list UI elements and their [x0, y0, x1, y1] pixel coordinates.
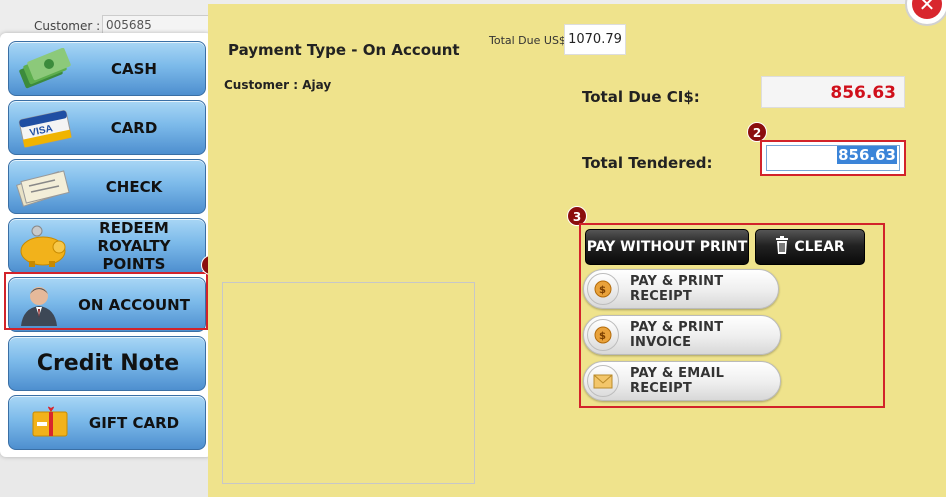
email-envelope-icon [587, 365, 619, 397]
pay-email-receipt-button[interactable]: PAY & EMAIL RECEIPT [583, 361, 781, 401]
total-due-usd-label: Total Due US$ [489, 34, 566, 47]
total-tendered-highlight: 856.63 [760, 140, 906, 176]
trash-icon [775, 236, 789, 258]
pay-print-receipt-label: PAY & PRINT RECEIPT [630, 274, 724, 304]
payment-type-title: Payment Type - On Account [228, 41, 460, 59]
clear-label: CLEAR [794, 239, 845, 255]
clear-button[interactable]: CLEAR [755, 229, 865, 265]
payment-method-sidebar: CASH VISA CARD CHECK REDEEM ROYALTY POIN… [0, 33, 212, 457]
pay-without-print-label: PAY WITHOUT PRINT [586, 239, 748, 255]
pay-print-invoice-button[interactable]: $ PAY & PRINT INVOICE [583, 315, 781, 355]
close-icon: ✕ [912, 0, 942, 19]
redeem-royalty-points-button[interactable]: REDEEM ROYALTY POINTS [8, 218, 206, 273]
svg-text:$: $ [599, 331, 606, 342]
check-label: CHECK [105, 177, 163, 196]
cash-button[interactable]: CASH [8, 41, 206, 96]
gift-card-button[interactable]: GIFT CARD [8, 395, 206, 450]
pay-print-invoice-label: PAY & PRINT INVOICE [630, 320, 724, 350]
on-account-highlight [4, 272, 208, 330]
total-tendered-selected-text: 856.63 [837, 146, 897, 164]
notes-area [222, 282, 475, 484]
customer-label: Customer : [34, 19, 101, 33]
coin-hand-icon: $ [587, 319, 619, 351]
cash-icon [15, 47, 73, 90]
step-badge-2: 2 [747, 122, 767, 142]
total-due-ci-value: 856.63 [761, 76, 905, 108]
customer-name: Customer : Ajay [224, 78, 332, 92]
total-due-usd-value: 1070.79 [564, 24, 626, 55]
redeem-royalty-points-label: REDEEM ROYALTY POINTS [97, 218, 171, 273]
check-button[interactable]: CHECK [8, 159, 206, 214]
payment-modal: Payment Type - On Account Customer : Aja… [208, 4, 946, 497]
gift-card-label: GIFT CARD [88, 413, 180, 432]
total-due-ci-label: Total Due CI$: [582, 88, 700, 106]
svg-text:$: $ [599, 285, 606, 296]
pay-print-receipt-button[interactable]: $ PAY & PRINT RECEIPT [583, 269, 779, 309]
pay-without-print-button[interactable]: PAY WITHOUT PRINT [585, 229, 749, 265]
total-tendered-label: Total Tendered: [582, 154, 713, 172]
gift-card-icon [15, 402, 73, 444]
card-button[interactable]: VISA CARD [8, 100, 206, 155]
card-label: CARD [110, 118, 158, 137]
credit-note-label: Credit Note [36, 350, 180, 376]
payment-actions-group: PAY WITHOUT PRINT CLEAR $ PAY & PRINT RE… [579, 223, 885, 408]
credit-note-button[interactable]: Credit Note [8, 336, 206, 391]
check-icon [15, 166, 73, 208]
cash-label: CASH [111, 59, 157, 78]
visa-card-icon: VISA [15, 107, 73, 149]
total-tendered-input[interactable]: 856.63 [766, 145, 900, 171]
pay-email-receipt-label: PAY & EMAIL RECEIPT [630, 366, 725, 396]
coin-hand-icon: $ [587, 273, 619, 305]
piggy-bank-icon [15, 225, 73, 267]
